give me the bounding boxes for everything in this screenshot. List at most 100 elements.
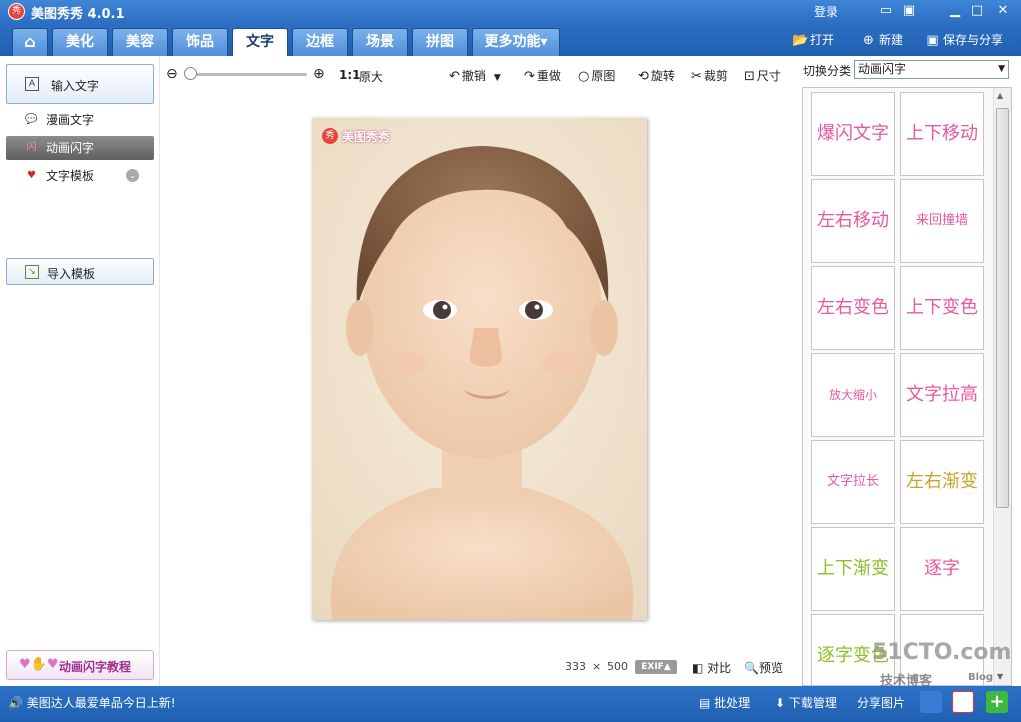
edit-toolbar: ⊖ ⊕ 1:1 原大 ↶ 撤销 ▼ ↷ 重做 ○ 原图 ⟲ 旋转 ✂ 裁剪 ⊡ 尺寸 <box>161 56 797 94</box>
photo-canvas[interactable]: 秀 美图秀秀 <box>312 118 647 620</box>
effect-tile[interactable]: 来回撞墙 <box>900 179 984 263</box>
announcement[interactable]: 🔊 美图达人最爱单品今日上新! <box>8 694 176 711</box>
tab-accessories[interactable]: 饰品 <box>172 28 228 56</box>
maximize-icon[interactable]: □ <box>967 2 987 20</box>
undo-icon: ↶ <box>449 69 460 84</box>
weibo-icon[interactable] <box>952 691 974 713</box>
qq-zone-icon[interactable] <box>920 691 942 713</box>
message-icon[interactable]: ▭ <box>876 2 896 20</box>
menu-comic-text[interactable]: 💬 漫画文字 <box>6 108 154 132</box>
effect-tile[interactable]: 左右移动 <box>811 179 895 263</box>
category-select[interactable]: 动画闪字 ▼ <box>854 60 1009 79</box>
crop-button[interactable]: ✂ 裁剪 <box>691 67 728 84</box>
text-a-icon: A <box>25 77 39 91</box>
left-panel: A 输入文字 💬 漫画文字 闪 动画闪字 ♥ 文字模板 ⌄ ↘ 导入模板 ♥✋♥… <box>0 56 160 686</box>
login-link[interactable]: 登录 <box>814 3 838 20</box>
effect-tile[interactable]: 文字拉高 <box>900 353 984 437</box>
status-bar: 🔊 美图达人最爱单品今日上新! ▤ 批处理 ⬇ 下载管理 分享图片 + <box>0 686 1021 722</box>
right-panel: 切换分类 动画闪字 ▼ 爆闪文字 上下移动 左右移动 来回撞墙 左右变色 上下变… <box>797 56 1021 686</box>
comic-bubble-icon: 💬 <box>25 114 38 125</box>
expand-chevron-icon[interactable]: ⌄ <box>126 169 139 182</box>
zoom-slider[interactable] <box>187 73 307 76</box>
import-template-button[interactable]: ↘ 导入模板 <box>6 258 154 285</box>
minimize-icon[interactable]: ▁ <box>945 2 965 20</box>
original-button[interactable]: ○ 原图 <box>578 67 615 84</box>
workspace: A 输入文字 💬 漫画文字 闪 动画闪字 ♥ 文字模板 ⌄ ↘ 导入模板 ♥✋♥… <box>0 56 1021 686</box>
baby-photo <box>312 118 647 620</box>
open-button[interactable]: 📂 打开 <box>792 32 834 49</box>
flash-text-icon: 闪 <box>26 142 37 153</box>
download-icon: ⬇ <box>775 696 786 710</box>
tab-collage[interactable]: 拼图 <box>412 28 468 56</box>
save-icon: ▣ <box>926 33 939 48</box>
zoom-out-icon[interactable]: ⊖ <box>166 66 178 82</box>
original-circle-icon: ○ <box>578 69 590 84</box>
close-icon[interactable]: ✕ <box>993 2 1013 20</box>
batch-icon: ▤ <box>699 696 711 710</box>
tab-more[interactable]: 更多功能▾ <box>472 28 560 56</box>
effect-tile[interactable]: 上下渐变 <box>811 527 895 611</box>
resize-icon: ⊡ <box>744 69 755 84</box>
import-file-icon: ↘ <box>25 264 39 279</box>
gallery-scrollbar[interactable]: ▲ ▼ <box>993 88 1011 685</box>
watermark-logo: 秀 <box>322 128 338 144</box>
menu-text-template[interactable]: ♥ 文字模板 ⌄ <box>6 164 154 188</box>
folder-icon: 📂 <box>792 33 809 48</box>
skin-icon[interactable]: ▣ <box>899 2 919 20</box>
effect-tile[interactable]: 上下移动 <box>900 92 984 176</box>
effect-tile[interactable]: 左右渐变 <box>900 440 984 524</box>
redo-button[interactable]: ↷ 重做 <box>524 67 561 84</box>
add-share-icon[interactable]: + <box>986 691 1008 713</box>
effect-tile[interactable]: 逐字 <box>900 527 984 611</box>
save-share-button[interactable]: ▣ 保存与分享 <box>925 32 1003 49</box>
flash-text-tutorial-button[interactable]: ♥✋♥ 动画闪字教程 <box>6 650 154 680</box>
batch-process-button[interactable]: ▤ 批处理 <box>699 694 750 711</box>
input-text-button[interactable]: A 输入文字 <box>6 64 154 104</box>
actual-size-ratio[interactable]: 1:1 <box>339 68 361 82</box>
effect-gallery: 爆闪文字 上下移动 左右移动 来回撞墙 左右变色 上下变色 放大缩小 文字拉高 … <box>802 87 1012 686</box>
download-manager-button[interactable]: ⬇ 下载管理 <box>775 694 837 711</box>
hand-heart-icon: ♥✋♥ <box>19 657 59 672</box>
rotate-icon: ⟲ <box>638 69 649 84</box>
preview-icon: 🔍 <box>744 661 759 675</box>
size-button[interactable]: ⊡ 尺寸 <box>744 67 781 84</box>
canvas-area: ⊖ ⊕ 1:1 原大 ↶ 撤销 ▼ ↷ 重做 ○ 原图 ⟲ 旋转 ✂ 裁剪 ⊡ 尺寸 <box>161 56 797 686</box>
scroll-thumb[interactable] <box>996 108 1009 508</box>
effect-tile[interactable]: 左右变色 <box>811 266 895 350</box>
compare-button[interactable]: ◧ 对比 <box>692 659 731 676</box>
actual-size-label[interactable]: 原大 <box>359 68 383 85</box>
image-height: 500 <box>607 660 628 673</box>
tab-scene[interactable]: 场景 <box>352 28 408 56</box>
image-width: 333 <box>565 660 586 673</box>
tab-home[interactable]: ⌂ <box>12 28 48 56</box>
new-button[interactable]: ⊕ 新建 <box>861 32 903 49</box>
zoom-in-icon[interactable]: ⊕ <box>313 66 325 82</box>
title-bar: 秀 美图秀秀 4.0.1 登录 ▭ ▣ ▁ □ ✕ <box>0 0 1021 24</box>
exif-button[interactable]: EXIF▲ <box>635 660 677 674</box>
share-image-label: 分享图片 <box>857 696 906 710</box>
menu-flash-text[interactable]: 闪 动画闪字 <box>6 136 154 160</box>
tab-frame[interactable]: 边框 <box>292 28 348 56</box>
preview-button[interactable]: 🔍预览 <box>744 659 783 676</box>
dropdown-arrow-icon: ▼ <box>998 64 1005 74</box>
effect-tile[interactable]: 爆闪文字 <box>811 92 895 176</box>
redo-icon: ↷ <box>524 69 535 84</box>
tab-beauty[interactable]: 美容 <box>112 28 168 56</box>
effect-tile[interactable]: 文字拉长 <box>811 440 895 524</box>
scroll-up-icon[interactable]: ▲ <box>997 91 1003 100</box>
tab-text[interactable]: 文字 <box>232 28 288 57</box>
plus-circle-icon: ⊕ <box>863 33 874 48</box>
effect-tile[interactable]: 放大缩小 <box>811 353 895 437</box>
tab-beautify[interactable]: 美化 <box>52 28 108 56</box>
switch-category-label: 切换分类 <box>803 64 852 78</box>
undo-button[interactable]: ↶ 撤销 ▼ <box>449 67 501 84</box>
effect-tile[interactable]: 上下变色 <box>900 266 984 350</box>
compare-icon: ◧ <box>692 661 704 675</box>
rotate-button[interactable]: ⟲ 旋转 <box>638 67 675 84</box>
undo-dropdown-icon[interactable]: ▼ <box>494 73 501 83</box>
zoom-slider-handle[interactable] <box>184 67 197 80</box>
i-love-you-icon: ♥ <box>27 170 36 181</box>
speaker-icon: 🔊 <box>8 696 23 710</box>
app-logo: 秀 <box>8 3 25 20</box>
dimension-times: × <box>592 660 602 673</box>
